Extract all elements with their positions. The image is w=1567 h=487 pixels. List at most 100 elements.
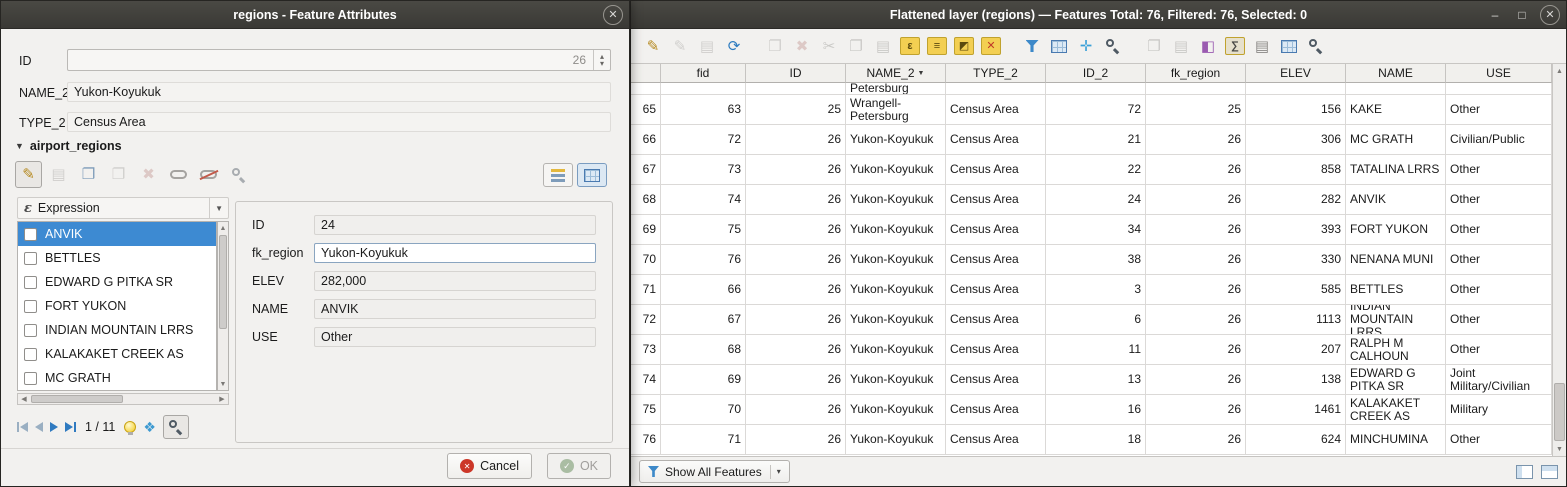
select-all-icon[interactable]: ≡	[927, 37, 947, 55]
table-cell[interactable]: Census Area	[946, 245, 1046, 275]
table-row[interactable]: 757026Yukon-KoyukukCensus Area16261461KA…	[631, 395, 1552, 425]
table-row[interactable]: 697526Yukon-KoyukukCensus Area3426393FOR…	[631, 215, 1552, 245]
save-edits-icon[interactable]: ▤	[695, 34, 719, 58]
table-cell[interactable]: 68	[661, 335, 746, 365]
table-cell[interactable]: 74	[661, 185, 746, 215]
table-cell[interactable]: 393	[1246, 215, 1346, 245]
form-field-name[interactable]: ANVIK	[314, 299, 596, 319]
column-header-fid[interactable]: fid	[661, 64, 746, 83]
table-cell[interactable]: 72	[1046, 95, 1146, 125]
add-to-selection-icon[interactable]: ✛	[1074, 34, 1098, 58]
table-cell[interactable]: 75	[661, 215, 746, 245]
form-field-use[interactable]: Other	[314, 327, 596, 347]
toggle-editing-icon[interactable]: ✎	[641, 34, 665, 58]
cut-icon[interactable]: ✂	[817, 34, 841, 58]
table-cell[interactable]: Other	[1446, 215, 1552, 245]
minimize-icon[interactable]: –	[1486, 5, 1504, 25]
table-cell[interactable]: 26	[1146, 155, 1246, 185]
table-cell[interactable]: 26	[746, 185, 846, 215]
duplicate-child-feature-icon[interactable]: ❐	[105, 161, 132, 188]
unlink-feature-icon[interactable]	[195, 161, 222, 188]
scroll-left-icon[interactable]	[19, 394, 29, 404]
table-cell[interactable]: Yukon-Koyukuk	[846, 155, 946, 185]
id-spinbox[interactable]: 26	[67, 49, 611, 71]
table-row[interactable]: Petersburg	[631, 83, 1552, 95]
list-horizontal-scrollbar[interactable]	[17, 393, 229, 405]
table-row[interactable]: 736826Yukon-KoyukukCensus Area1126207RAL…	[631, 335, 1552, 365]
table-cell[interactable]: 26	[1146, 185, 1246, 215]
table-cell[interactable]: 26	[1146, 335, 1246, 365]
table-cell[interactable]: 34	[1046, 215, 1146, 245]
duplicate-feature-icon[interactable]: ❐	[763, 34, 787, 58]
table-cell[interactable]	[1346, 83, 1446, 95]
table-cell[interactable]: 26	[746, 245, 846, 275]
airport-regions-expander[interactable]: ▼ airport_regions	[15, 139, 122, 153]
table-cell[interactable]: 26	[1146, 245, 1246, 275]
table-cell[interactable]: 26	[746, 305, 846, 335]
scroll-right-icon[interactable]	[217, 394, 227, 404]
table-row[interactable]: 767126Yukon-KoyukukCensus Area1826624MIN…	[631, 425, 1552, 455]
table-cell[interactable]: 26	[1146, 305, 1246, 335]
table-cell[interactable]: Other	[1446, 245, 1552, 275]
table-cell[interactable]: Other	[1446, 185, 1552, 215]
feature-list-item[interactable]: KALAKAKET CREEK AS	[18, 342, 216, 366]
table-row[interactable]: 667226Yukon-KoyukukCensus Area2126306MC …	[631, 125, 1552, 155]
table-cell[interactable]: Yukon-Koyukuk	[846, 395, 946, 425]
paste-features-icon[interactable]: ▤	[1169, 34, 1193, 58]
spinner-icon[interactable]	[593, 50, 610, 70]
table-cell[interactable]: Other	[1446, 425, 1552, 455]
table-cell[interactable]: 1461	[1246, 395, 1346, 425]
table-cell[interactable]: Census Area	[946, 395, 1046, 425]
table-cell[interactable]: Yukon-Koyukuk	[846, 425, 946, 455]
search-icon[interactable]	[1304, 34, 1328, 58]
scrollbar-thumb[interactable]	[31, 395, 123, 403]
table-cell[interactable]: 11	[1046, 335, 1146, 365]
table-cell[interactable]: 26	[746, 155, 846, 185]
row-number-cell[interactable]: 74	[631, 365, 661, 395]
table-cell[interactable]: 26	[1146, 425, 1246, 455]
link-feature-icon[interactable]	[165, 161, 192, 188]
table-cell[interactable]: Other	[1446, 155, 1552, 185]
dock-table-icon[interactable]	[1541, 465, 1558, 479]
previous-feature-button[interactable]	[35, 422, 43, 432]
table-cell[interactable]: Census Area	[946, 275, 1046, 305]
feature-list-item[interactable]: BETTLES	[18, 246, 216, 270]
table-cell[interactable]: ANVIK	[1346, 185, 1446, 215]
table-cell[interactable]: Yukon-Koyukuk	[846, 305, 946, 335]
feature-search-button[interactable]	[163, 415, 189, 439]
highlight-bulb-icon[interactable]	[124, 421, 136, 433]
sparkle-icon[interactable]	[143, 420, 156, 434]
row-number-cell[interactable]: 68	[631, 185, 661, 215]
table-row[interactable]: 656325Wrangell-PetersburgCensus Area7225…	[631, 95, 1552, 125]
scrollbar-thumb[interactable]	[1554, 383, 1565, 441]
checkbox[interactable]	[24, 300, 37, 313]
scrollbar-thumb[interactable]	[219, 235, 227, 329]
column-header-rownum[interactable]	[631, 64, 661, 83]
table-cell[interactable]: 66	[661, 275, 746, 305]
ok-button[interactable]: OK	[547, 453, 611, 479]
table-cell[interactable]: NENANA MUNI	[1346, 245, 1446, 275]
table-row[interactable]: 707626Yukon-KoyukukCensus Area3826330NEN…	[631, 245, 1552, 275]
table-cell[interactable]: 71	[661, 425, 746, 455]
row-number-cell[interactable]: 66	[631, 125, 661, 155]
form-field-id[interactable]: 24	[314, 215, 596, 235]
table-cell[interactable]: FORT YUKON	[1346, 215, 1446, 245]
table-cell[interactable]: Yukon-Koyukuk	[846, 185, 946, 215]
scroll-down-icon[interactable]	[1553, 443, 1566, 455]
next-feature-button[interactable]	[50, 422, 58, 432]
table-cell[interactable]: 73	[661, 155, 746, 185]
table-cell[interactable]: MINCHUMINA	[1346, 425, 1446, 455]
column-header-ELEV[interactable]: ELEV	[1246, 64, 1346, 83]
table-cell[interactable]: Yukon-Koyukuk	[846, 245, 946, 275]
copy-features-icon[interactable]: ❐	[1142, 34, 1166, 58]
row-number-cell[interactable]: 72	[631, 305, 661, 335]
table-cell[interactable]: Census Area	[946, 95, 1046, 125]
column-header-fk_region[interactable]: fk_region	[1146, 64, 1246, 83]
table-cell[interactable]: 13	[1046, 365, 1146, 395]
table-cell[interactable]: 26	[1146, 395, 1246, 425]
checkbox[interactable]	[24, 372, 37, 385]
table-cell[interactable]: 138	[1246, 365, 1346, 395]
scroll-down-icon[interactable]	[218, 378, 228, 390]
table-cell[interactable]: Other	[1446, 275, 1552, 305]
table-cell[interactable]: 26	[746, 425, 846, 455]
